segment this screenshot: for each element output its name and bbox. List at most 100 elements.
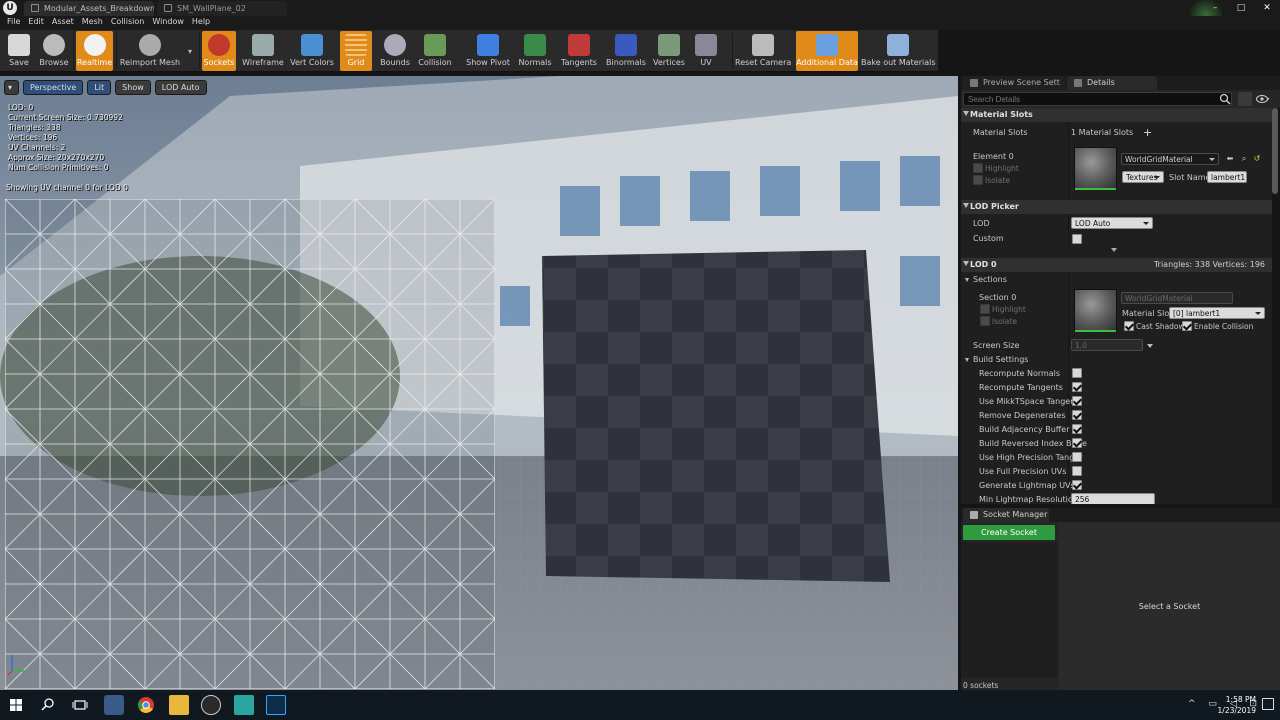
collision-button[interactable]: Collision [416,31,454,71]
vert-colors-button[interactable]: Vert Colors [288,31,336,71]
menu-file[interactable]: File [6,16,26,30]
tangents-button[interactable]: Tangents [559,31,599,71]
material-slot-combo[interactable]: [0] lambert1 [1169,307,1265,319]
clock[interactable]: 1:58 PM 1/23/2019 [1218,694,1256,716]
uv-button[interactable]: UV [690,31,722,71]
vertices-button[interactable]: Vertices [651,31,687,71]
search-details-input[interactable] [963,92,1232,106]
build-setting-checkbox[interactable] [1072,438,1082,448]
reset-icon[interactable]: ↺ [1252,154,1262,164]
expand-advanced-icon[interactable] [1111,248,1117,252]
slot-name-input[interactable]: lambert1 [1207,171,1247,183]
build-setting-checkbox[interactable] [1072,410,1082,420]
menu-collision[interactable]: Collision [110,16,151,30]
socket-list[interactable] [961,542,1058,678]
tab-details[interactable]: Details [1067,76,1157,90]
cast-shadow-checkbox[interactable] [1124,321,1134,331]
details-scrollbar[interactable] [1272,108,1278,194]
menu-help[interactable]: Help [191,16,216,30]
build-setting-checkbox[interactable] [1072,466,1082,476]
binormals-button[interactable]: Binormals [604,31,648,71]
grid-button[interactable]: Grid [340,31,372,71]
search-icon[interactable] [1219,93,1231,105]
maya-icon[interactable] [234,695,254,715]
create-socket-button[interactable]: Create Socket [963,525,1055,540]
viewport-options-button[interactable]: ▾ [4,80,19,95]
menu-mesh[interactable]: Mesh [81,16,109,30]
bounds-button[interactable]: Bounds [376,31,414,71]
additional-data-button[interactable]: Additional Data [796,31,858,71]
build-setting-checkbox[interactable] [1072,480,1082,490]
textures-combo[interactable]: Textures [1122,171,1164,183]
build-settings-label[interactable]: Build Settings [965,355,1028,364]
bake-out-materials-button[interactable]: Bake out Materials [861,31,936,71]
use-selected-icon[interactable]: ⬅ [1225,154,1235,164]
binormals-icon [615,34,637,56]
build-setting-checkbox[interactable] [1072,396,1082,406]
add-material-slot-button[interactable]: + [1143,126,1152,139]
chrome-icon[interactable] [136,695,156,715]
minimize-button[interactable]: – [1202,0,1228,16]
photoshop-icon[interactable] [266,695,286,715]
tab-sm-wallplane[interactable]: SM_WallPlane_02 [157,1,287,16]
unreal-engine-icon[interactable] [201,695,221,715]
perspective-button[interactable]: Perspective [23,80,84,95]
save-button[interactable]: Save [2,31,36,71]
snipping-tool-icon[interactable] [104,695,124,715]
reimport-mesh-button[interactable]: Reimport Mesh [119,31,181,71]
screen-size-dropdown-icon[interactable] [1147,344,1153,348]
enable-collision-checkbox[interactable] [1182,321,1192,331]
category-lod-picker[interactable]: LOD Picker [961,200,1272,214]
file-explorer-icon[interactable] [169,695,189,715]
build-setting-checkbox[interactable] [1072,452,1082,462]
menu-asset[interactable]: Asset [51,16,80,30]
realtime-button[interactable]: Realtime [76,31,113,71]
isolate-checkbox[interactable] [973,175,983,185]
browse-button[interactable]: Browse [37,31,71,71]
mesh-viewport[interactable]: ▾ Perspective Lit Show LOD Auto LOD: 0 C… [0,76,958,690]
tab-modular-assets[interactable]: Modular_Assets_Breakdown• [24,1,154,16]
wireframe-button[interactable]: Wireframe [241,31,285,71]
property-matrix-icon[interactable] [1238,92,1252,106]
category-lod-0[interactable]: LOD 0 Triangles: 338 Vertices: 196 [961,258,1272,272]
eye-icon[interactable] [1256,94,1270,104]
section-isolate-checkbox[interactable] [980,316,990,326]
show-pivot-button[interactable]: Show Pivot [465,31,511,71]
lit-button[interactable]: Lit [87,80,112,95]
menu-edit[interactable]: Edit [27,16,50,30]
sockets-button[interactable]: Sockets [202,31,236,71]
windows-start-icon[interactable] [6,695,26,715]
material-thumbnail[interactable] [1074,147,1117,190]
highlight-checkbox[interactable] [973,163,983,173]
browse-asset-icon[interactable]: ⌕ [1239,154,1249,164]
maximize-button[interactable]: □ [1228,0,1254,16]
build-setting-label: Use High Precision Tanger [979,453,1083,462]
unreal-logo-icon: U [3,1,17,15]
tab-socket-manager[interactable]: Socket Manager [963,508,1049,522]
normals-button[interactable]: Normals [516,31,554,71]
category-material-slots[interactable]: Material Slots [961,108,1272,122]
build-setting-checkbox[interactable] [1072,424,1082,434]
sections-label[interactable]: Sections [965,275,1007,284]
reset-camera-button[interactable]: Reset Camera [735,31,791,71]
min-lightmap-input[interactable]: 256 [1071,493,1155,504]
section-highlight-checkbox[interactable] [980,304,990,314]
build-setting-checkbox[interactable] [1072,382,1082,392]
notification-icon[interactable] [1262,698,1274,710]
close-button[interactable]: ✕ [1254,0,1280,16]
section-thumbnail-bar [1075,330,1116,332]
custom-checkbox[interactable] [1072,234,1082,244]
menu-window[interactable]: Window [151,16,190,30]
reimport-dropdown[interactable]: ▾ [183,31,197,71]
lod-combo[interactable]: LOD Auto [1071,217,1153,229]
material-combo[interactable]: WorldGridMaterial [1121,153,1219,165]
tab-preview-scene-settings[interactable]: Preview Scene Sett [963,76,1065,90]
task-view-icon[interactable] [70,695,90,715]
build-setting-checkbox[interactable] [1072,368,1082,378]
section-material-thumbnail[interactable] [1074,289,1117,332]
lod-auto-button[interactable]: LOD Auto [154,80,207,95]
highlight-label: Highlight [985,164,1019,173]
screen-size-input[interactable]: 1.0 [1071,339,1143,351]
show-button[interactable]: Show [115,80,151,95]
search-icon[interactable] [38,695,58,715]
